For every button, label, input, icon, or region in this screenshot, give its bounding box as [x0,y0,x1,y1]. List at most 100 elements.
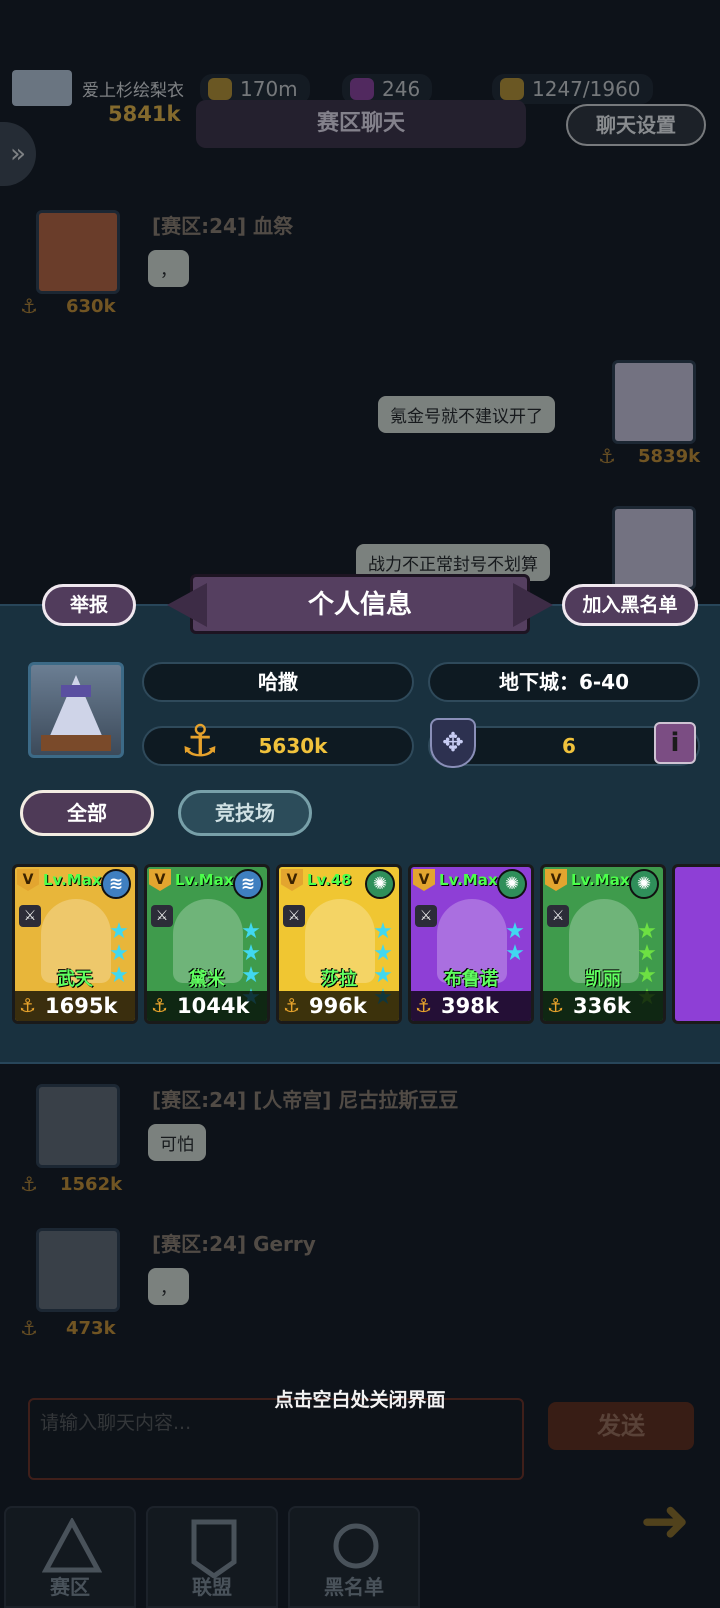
vip-badge-icon: V [281,869,303,891]
hero-power: 398k [441,994,499,1018]
panel-title: 个人信息 [190,574,530,634]
avatar[interactable] [36,210,120,294]
message-bubble: ， [148,1268,189,1305]
hero-card-partial[interactable] [672,864,720,1024]
add-blacklist-button[interactable]: 加入黑名单 [562,584,698,626]
star-icon: ★ [109,919,129,944]
avatar[interactable] [36,1228,120,1312]
energy-icon [500,78,524,100]
hero-level: Lv.48 [307,871,352,889]
anchor-icon: ⚓ [20,294,38,318]
avatar[interactable] [612,360,696,444]
message-power: 473k [66,1318,116,1339]
hero-lineup: VLv.Max≋⚔★★★武天⚓1695kVLv.Max≋⚔★★★★黛米⚓1044… [12,864,720,1028]
tab-arena[interactable]: 竞技场 [178,790,312,836]
vip-badge-icon: V [17,869,39,891]
element-icon: ≋ [233,869,263,899]
tab-all[interactable]: 全部 [20,790,154,836]
star-icon: ★ [637,919,657,944]
close-hint: 点击空白处关闭界面 [274,1389,446,1411]
report-button[interactable]: 举报 [42,584,136,626]
anchor-icon: ⚓ [19,995,37,1017]
hero-level: Lv.Max [175,871,234,889]
message-sender: [赛区:24] Gerry [152,1232,316,1256]
hero-level: Lv.Max [43,871,102,889]
double-chevron-icon: » [10,139,26,169]
hero-level: Lv.Max [571,871,630,889]
element-icon: ✺ [629,869,659,899]
hero-name: 莎拉 [321,969,357,990]
region-icon [42,1518,102,1573]
player-name: 爱上杉绘梨衣 [82,81,184,101]
alliance-icon [191,1519,237,1578]
anchor-icon: ⚓ [283,995,301,1017]
gem-icon [350,78,374,100]
tab-alliance[interactable]: 联盟 [146,1506,278,1608]
weapon-icon: ⚔ [547,905,569,927]
element-icon: ≋ [101,869,131,899]
player-avatar[interactable] [12,70,72,106]
star-icon: ★ [637,941,657,966]
hero-card[interactable]: V Lv.Max ✺ ⚔ ★ ★ 布鲁诺 ⚓ 398k [408,864,534,1024]
chat-settings-button[interactable]: 聊天设置 [566,104,706,146]
arrow-right-icon[interactable]: ➜ [622,1478,708,1564]
weapon-icon: ⚔ [151,905,173,927]
star-icon: ★ [505,919,525,944]
message-power: 1562k [60,1174,123,1195]
hero-power: 1695k [45,994,118,1018]
hero-power: 1044k [177,994,250,1018]
message-bubble: ， [148,250,189,287]
anchor-icon: ⚓ [20,1316,38,1340]
info-icon[interactable]: i [654,722,696,764]
star-icon: ★ [373,941,393,966]
hero-level: Lv.Max [439,871,498,889]
hero-card[interactable]: VLv.Max≋⚔★★★★黛米⚓1044k [144,864,270,1024]
weapon-icon: ⚔ [19,905,41,927]
star-icon: ★ [241,941,261,966]
anchor-icon: ⚓ [598,444,616,468]
hero-power: 336k [573,994,631,1018]
avatar[interactable] [612,506,696,590]
message-bubble: 氪金号就不建议开了 [378,396,555,433]
chat-title: 赛区聊天 [196,100,526,148]
anchor-icon: ⚓ [151,995,169,1017]
hero-power: 996k [309,994,367,1018]
hero-stars: ★ ★ [503,921,527,965]
hero-name: 凯丽 [585,969,621,990]
anchor-icon: ⚓ [20,1172,38,1196]
avatar[interactable] [36,1084,120,1168]
blacklist-icon [333,1523,379,1569]
hero-name: 武天 [57,969,93,990]
message-bubble: 可怕 [148,1124,206,1161]
star-icon: ★ [241,919,261,944]
gold-icon [208,78,232,100]
player-info-panel: 个人信息 举报 加入黑名单 哈撒 地下城：6-40 5630k ⚓ 6 ✥ i … [0,574,720,1064]
element-icon: ✺ [365,869,395,899]
anchor-icon: ⚓ [415,995,433,1017]
element-icon: ✺ [497,869,527,899]
message-sender: [赛区:24] 血祭 [152,214,294,238]
player-power: 5841k [108,102,181,126]
weapon-icon: ⚔ [415,905,437,927]
anchor-icon: ⚓ [180,716,220,767]
hero-card[interactable]: V Lv.Max ≋ ⚔ ★ ★ ★ 武天 ⚓ 1695k [12,864,138,1024]
tab-region[interactable]: 赛区 [4,1506,136,1608]
message-power: 630k [66,296,116,317]
anchor-icon: ⚓ [547,995,565,1017]
player-name-field: 哈撒 [142,662,414,702]
hero-name: 黛米 [189,969,225,990]
star-icon: ★ [373,919,393,944]
hero-card[interactable]: VLv.Max✺⚔★★★★凯丽⚓336k [540,864,666,1024]
dungeon-progress-field: 地下城：6-40 [428,662,700,702]
tab-blacklist[interactable]: 黑名单 [288,1506,420,1608]
message-sender: [赛区:24] [人帝宫] 尼古拉斯豆豆 [152,1088,459,1112]
star-icon: ★ [109,941,129,966]
rank-badge-icon: ✥ [430,718,476,768]
vip-badge-icon: V [413,869,435,891]
weapon-icon: ⚔ [283,905,305,927]
star-icon: ★ [505,941,525,966]
vip-badge-icon: V [149,869,171,891]
message-power: 5839k [638,446,701,467]
hero-name: 布鲁诺 [444,969,498,990]
hero-card[interactable]: VLv.48✺⚔★★★★莎拉⚓996k [276,864,402,1024]
